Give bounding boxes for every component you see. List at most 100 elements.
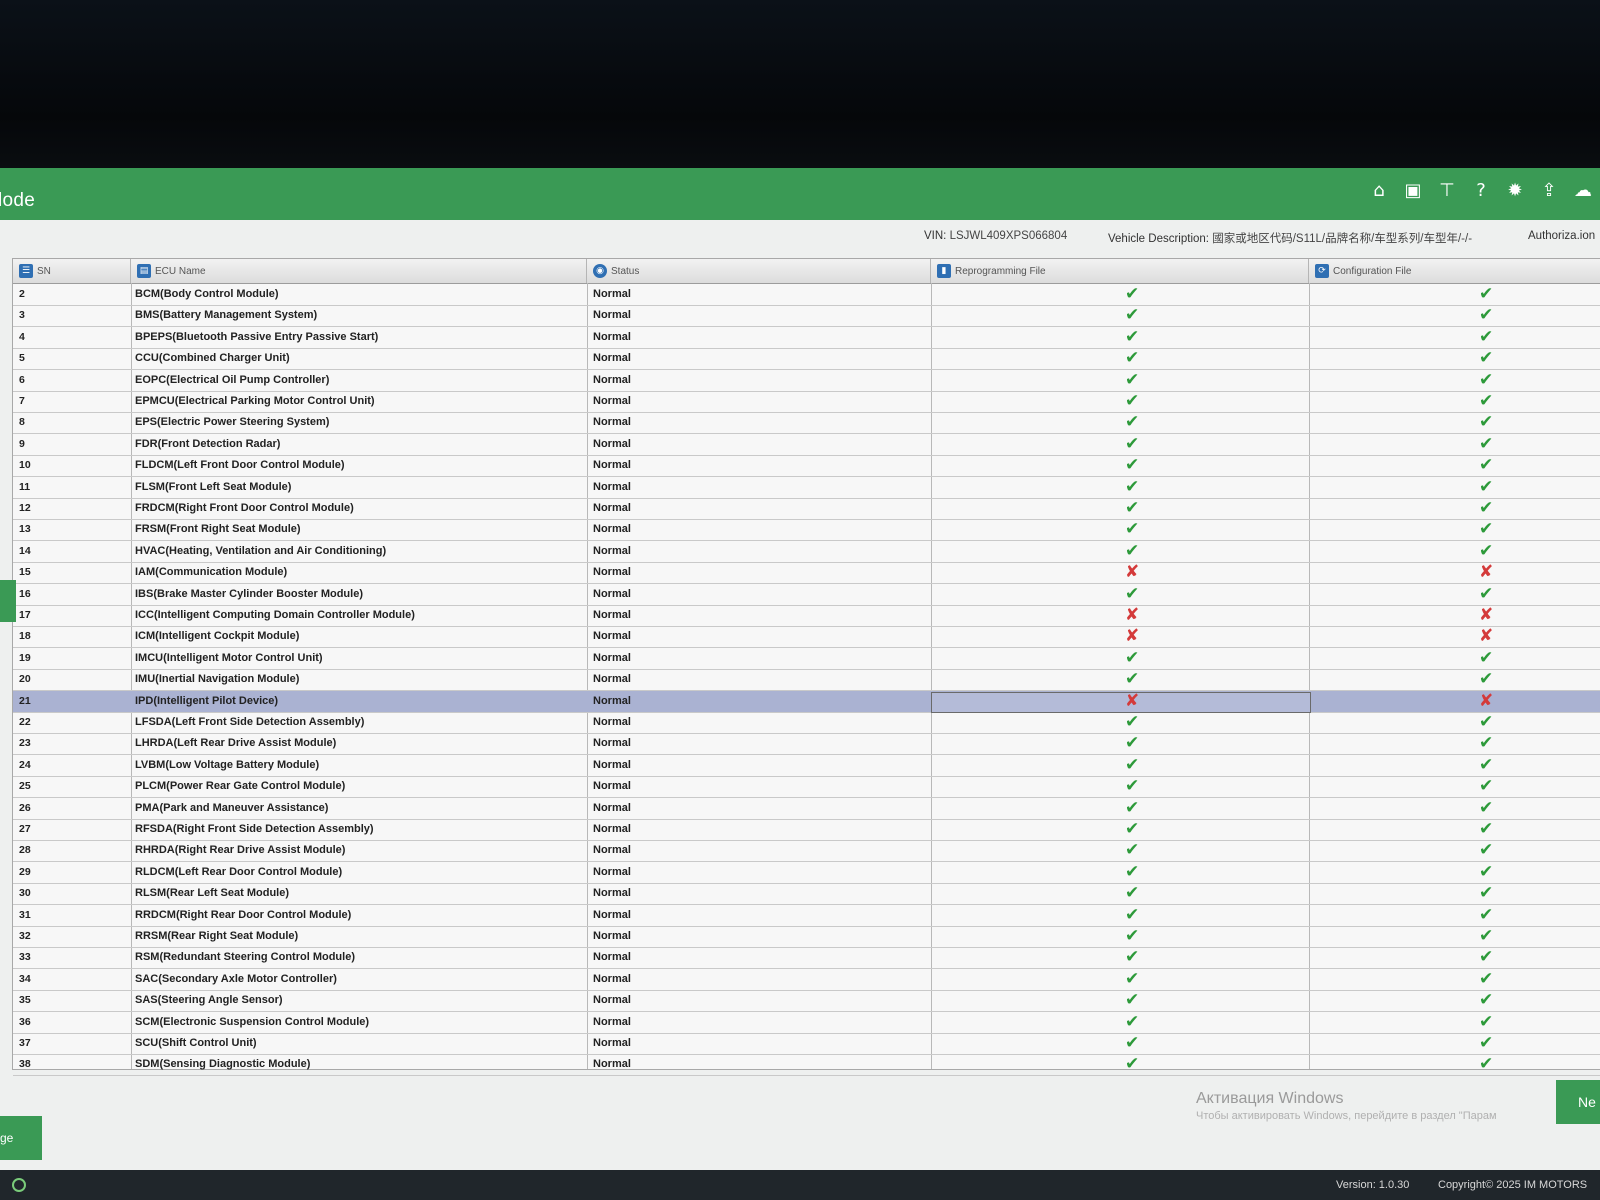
status-cell: Normal (593, 801, 631, 814)
table-row[interactable]: 3 BMS(Battery Management System) Normal ✔ ✔ (13, 305, 1600, 328)
version-text: Version: 1.0.30 (1336, 1179, 1410, 1191)
cross-icon: ✘ (1125, 605, 1140, 625)
check-icon: ✔ (1479, 326, 1494, 347)
table-header: ☰ SN ▤ ECU Name ◉ Status ▮ Reprogramming… (13, 259, 1600, 284)
table-row[interactable]: 16 IBS(Brake Master Cylinder Booster Modu… (13, 584, 1600, 606)
check-icon: ✔ (1125, 904, 1140, 925)
status-cell: Normal (593, 566, 631, 579)
cross-icon: ✘ (1479, 690, 1494, 711)
status-cell: Normal (593, 1058, 631, 1071)
table-row[interactable]: 33 RSM(Redundant Steering Control Module)… (13, 947, 1600, 970)
status-cell: Normal (593, 309, 631, 322)
status-cell: Normal (593, 330, 631, 343)
status-cell: Normal (593, 502, 631, 514)
table-row[interactable]: 15 IAM(Communication Module) Normal ✘ ✘ (13, 562, 1600, 585)
table-row[interactable]: 31 RRDCM(Right Rear Door Control Module) N… (13, 905, 1600, 927)
table-row[interactable]: 6 EOPC(Electrical Oil Pump Controller) Nor… (13, 370, 1600, 392)
title-bar: lode ⌂ ▣ ⊤ ? ✹ ⇪ ☁ (0, 168, 1600, 220)
table-row[interactable]: 18 ICM(Intelligent Cockpit Module) Normal ✘… (13, 626, 1600, 649)
ecu-name-cell: LHRDA(Left Rear Drive Assist Module) (135, 737, 337, 750)
ecu-name-cell: RSM(Redundant Steering Control Module) (135, 951, 355, 964)
taskbar-start-icon[interactable] (12, 1178, 26, 1192)
table-row[interactable]: 23 LHRDA(Left Rear Drive Assist Module) No… (13, 733, 1600, 756)
check-icon: ✔ (1479, 476, 1494, 497)
upload-icon[interactable]: ⇪ (1538, 180, 1560, 202)
table-row[interactable]: 24 LVBM(Low Voltage Battery Module) Normal… (13, 755, 1600, 777)
config-file-icon: ⟳ (1315, 264, 1329, 278)
sn-cell: 31 (19, 908, 31, 921)
cloud-icon[interactable]: ☁ (1572, 180, 1594, 202)
network-icon[interactable]: ⊤ (1436, 180, 1458, 202)
sn-cell: 20 (19, 673, 31, 686)
header-reprogramming-file[interactable]: ▮ Reprogramming File (931, 259, 1309, 283)
table-row[interactable]: 30 RLSM(Rear Left Seat Module) Normal ✔ ✔ (13, 883, 1600, 906)
ecu-name-cell: EOPC(Electrical Oil Pump Controller) (135, 373, 330, 386)
table-row[interactable]: 5 CCU(Combined Charger Unit) Normal ✔ ✔ (13, 348, 1600, 371)
save-icon[interactable]: ▣ (1402, 180, 1424, 202)
check-icon: ✔ (1479, 1054, 1494, 1075)
table-row[interactable]: 28 RHRDA(Right Rear Drive Assist Module) N… (13, 840, 1600, 863)
windows-activation-watermark: Активация Windows (1196, 1090, 1344, 1107)
sn-cell: 16 (19, 587, 31, 600)
back-page-button[interactable]: ge (0, 1116, 42, 1160)
table-row[interactable]: 17 ICC(Intelligent Computing Domain Contr… (13, 605, 1600, 627)
settings-icon[interactable]: ✹ (1504, 180, 1526, 202)
status-cell: Normal (593, 352, 631, 365)
side-tab[interactable] (0, 580, 16, 622)
table-row[interactable]: 21 IPD(Intelligent Pilot Device) Normal ✘ ✘ (13, 690, 1600, 713)
home-icon[interactable]: ⌂ (1368, 180, 1390, 202)
table-row[interactable]: 12 FRDCM(Right Front Door Control Module)… (13, 498, 1600, 520)
table-row[interactable]: 7 EPMCU(Electrical Parking Motor Control … (13, 391, 1600, 413)
table-row[interactable]: 2 BCM(Body Control Module) Normal ✔ ✔ (13, 284, 1600, 306)
table-row[interactable]: 13 FRSM(Front Right Seat Module) Normal ✔ ✔ (13, 519, 1600, 542)
check-icon: ✔ (1479, 733, 1494, 754)
table-row[interactable]: 26 PMA(Park and Maneuver Assistance) Norma… (13, 798, 1600, 820)
check-icon: ✔ (1125, 926, 1140, 946)
check-icon: ✔ (1125, 797, 1140, 818)
table-row[interactable]: 10 FLDCM(Left Front Door Control Module) N… (13, 455, 1600, 478)
table-row[interactable]: 9 FDR(Front Detection Radar) Normal ✔ ✔ (13, 434, 1600, 456)
table-row[interactable]: 38 SDM(Sensing Diagnostic Module) Normal ✔ ✔ (13, 1054, 1600, 1077)
sn-cell: 7 (19, 395, 25, 407)
sn-cell: 15 (19, 566, 31, 579)
sn-cell: 19 (19, 651, 31, 664)
table-row[interactable]: 37 SCU(Shift Control Unit) Normal ✔ ✔ (13, 1033, 1600, 1055)
table-row[interactable]: 35 SAS(Steering Angle Sensor) Normal ✔ ✔ (13, 990, 1600, 1013)
table-row[interactable]: 4 BPEPS(Bluetooth Passive Entry Passive S… (13, 327, 1600, 349)
table-row[interactable]: 8 EPS(Electric Power Steering System) Norm… (13, 412, 1600, 435)
table-row[interactable]: 25 PLCM(Power Rear Gate Control Module) No… (13, 776, 1600, 799)
status-cell: Normal (593, 1015, 631, 1028)
status-cell: Normal (593, 951, 631, 964)
table-row[interactable]: 32 RRSM(Rear Right Seat Module) Normal ✔ ✔ (13, 926, 1600, 948)
status-cell: Normal (593, 373, 631, 386)
ecu-name-cell: PMA(Park and Maneuver Assistance) (135, 801, 329, 814)
table-row[interactable]: 36 SCM(Electronic Suspension Control Modu… (13, 1012, 1600, 1034)
header-sn[interactable]: ☰ SN (13, 259, 131, 283)
table-row[interactable]: 29 RLDCM(Left Rear Door Control Module) No… (13, 862, 1600, 884)
table-row[interactable]: 34 SAC(Secondary Axle Motor Controller) No… (13, 969, 1600, 991)
vin-label: VIN: (924, 230, 947, 242)
table-row[interactable]: 19 IMCU(Intelligent Motor Control Unit) No… (13, 648, 1600, 670)
selected-cell-outline (931, 691, 1311, 713)
check-icon: ✔ (1125, 733, 1140, 754)
help-icon[interactable]: ? (1470, 180, 1492, 202)
status-cell: Normal (593, 1037, 631, 1049)
header-ecu-name[interactable]: ▤ ECU Name (131, 259, 587, 283)
sn-cell: 25 (19, 780, 31, 793)
status-cell: Normal (593, 630, 631, 643)
sn-cell: 23 (19, 737, 31, 750)
next-button[interactable]: Ne (1556, 1080, 1600, 1124)
header-configuration-file[interactable]: ⟳ Configuration File (1309, 259, 1600, 283)
ecu-name-cell: ICC(Intelligent Computing Domain Control… (135, 609, 415, 621)
table-row[interactable]: 11 FLSM(Front Left Seat Module) Normal ✔ ✔ (13, 477, 1600, 499)
sn-cell: 8 (19, 416, 25, 429)
sn-cell: 14 (19, 544, 31, 557)
table-row[interactable]: 20 IMU(Inertial Navigation Module) Normal ✔… (13, 669, 1600, 692)
table-row[interactable]: 22 LFSDA(Left Front Side Detection Assemb… (13, 712, 1600, 734)
header-status[interactable]: ◉ Status (587, 259, 931, 283)
table-row[interactable]: 27 RFSDA(Right Front Side Detection Assem… (13, 819, 1600, 841)
sn-cell: 2 (19, 288, 25, 300)
ecu-name-cell: CCU(Combined Charger Unit) (135, 352, 290, 365)
ecu-name-cell: IPD(Intelligent Pilot Device) (135, 694, 279, 707)
table-row[interactable]: 14 HVAC(Heating, Ventilation and Air Cond… (13, 541, 1600, 563)
